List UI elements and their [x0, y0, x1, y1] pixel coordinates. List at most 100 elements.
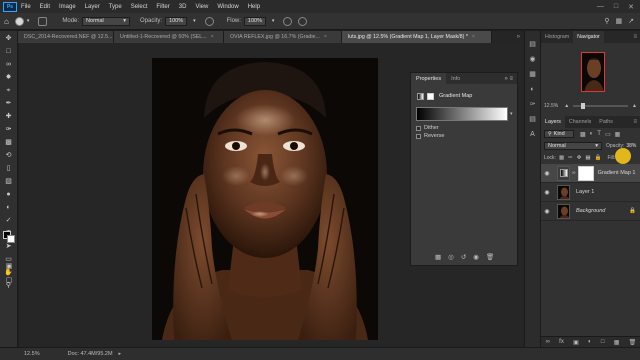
swatches-panel-icon[interactable]: ▦ — [525, 67, 540, 82]
tab-document-active[interactable]: luts.jpg @ 12.5% (Gradient Map 1, Layer … — [342, 31, 492, 43]
view-previous-icon[interactable]: ◎ — [448, 253, 454, 261]
visibility-eye-icon[interactable]: ◉ — [541, 189, 553, 196]
menu-file[interactable]: File — [21, 4, 31, 10]
blur-tool-icon[interactable]: ● — [4, 190, 14, 200]
document-size[interactable]: Doc: 47.4M/95.2M — [68, 351, 113, 357]
menu-window[interactable]: Window — [217, 4, 238, 10]
brush-preset-icon[interactable] — [14, 16, 24, 26]
kind-filter-select[interactable]: ⚲ Kind — [544, 130, 574, 138]
menu-edit[interactable]: Edit — [40, 4, 50, 10]
marquee-tool-icon[interactable]: □ — [4, 47, 14, 57]
lock-artboard-icon[interactable]: ▦ — [585, 155, 590, 161]
menu-image[interactable]: Image — [59, 4, 76, 10]
lock-transparent-icon[interactable]: ▩ — [559, 155, 564, 161]
eraser-tool-icon[interactable]: ▯ — [4, 164, 14, 174]
layer-name[interactable]: Gradient Map 1 — [598, 170, 636, 176]
filter-pixel-icon[interactable]: ▩ — [580, 131, 586, 138]
menu-help[interactable]: Help — [248, 4, 260, 10]
layer-row-layer-1[interactable]: ◉ Layer 1 — [541, 183, 640, 202]
link-layers-icon[interactable]: ∞ — [546, 339, 550, 345]
dither-option[interactable]: Dither — [416, 125, 439, 131]
filter-type-icon[interactable]: T — [597, 131, 601, 138]
delete-icon[interactable]: 🗑 — [486, 253, 494, 261]
tab-document-3[interactable]: OVIA REFLEX.jpg @ 16.7% (Gradie... × — [224, 31, 342, 43]
quick-mask-icon[interactable]: ▣ — [4, 262, 14, 272]
reset-icon[interactable]: ↺ — [461, 253, 466, 261]
layer-row-gradient-map[interactable]: ◉ ∞ Gradient Map 1 — [541, 164, 640, 183]
menu-view[interactable]: View — [195, 4, 208, 10]
tab-info[interactable]: Info — [446, 73, 465, 84]
adjustments-panel-icon[interactable]: ◐ — [525, 82, 540, 97]
menu-filter[interactable]: Filter — [156, 4, 169, 10]
home-icon[interactable]: ⌂ — [4, 17, 9, 26]
dodge-tool-icon[interactable]: ◐ — [4, 203, 14, 213]
zoom-slider-thumb[interactable] — [581, 102, 586, 109]
zoom-level[interactable]: 12.5% — [24, 351, 40, 357]
new-adjustment-icon[interactable]: ◐ — [588, 339, 592, 345]
path-select-tool-icon[interactable]: ➤ — [4, 242, 14, 252]
quick-select-tool-icon[interactable]: ✸ — [4, 73, 14, 83]
layer-opacity-value[interactable]: 38% — [626, 143, 636, 149]
panel-menu-icon[interactable]: ≡ — [633, 119, 640, 125]
layer-name[interactable]: Layer 1 — [576, 189, 594, 195]
close-tab-icon[interactable]: × — [324, 34, 327, 40]
maximize-icon[interactable]: □ — [614, 3, 618, 11]
delete-layer-icon[interactable]: 🗑 — [629, 339, 637, 346]
tab-channels[interactable]: Channels — [565, 116, 595, 128]
zoom-in-icon[interactable]: ▲ — [632, 103, 637, 109]
tab-paths[interactable]: Paths — [595, 116, 617, 128]
pressure-opacity-icon[interactable] — [204, 16, 214, 26]
clip-to-layer-icon[interactable]: ▩ — [435, 253, 441, 261]
crop-tool-icon[interactable]: ⌖ — [4, 86, 14, 96]
layer-mask-thumbnail[interactable] — [577, 165, 594, 181]
menu-layer[interactable]: Layer — [85, 4, 100, 10]
menu-3d[interactable]: 3D — [179, 4, 187, 10]
layer-name[interactable]: Background — [576, 208, 605, 214]
filter-smart-object-icon[interactable]: ▦ — [615, 131, 621, 138]
mask-icon[interactable] — [427, 92, 434, 100]
tab-navigator[interactable]: Navigator — [573, 31, 604, 43]
panel-menu-icon[interactable]: ≡ — [633, 34, 640, 40]
tab-properties[interactable]: Properties — [411, 73, 447, 84]
chevron-down-icon[interactable]: ▾ — [27, 18, 30, 24]
close-tab-icon[interactable]: × — [211, 34, 214, 40]
mode-select[interactable]: Normal ▾ — [82, 16, 131, 26]
color-panel-icon[interactable]: ◉ — [525, 52, 540, 67]
tab-layers[interactable]: Layers — [541, 116, 565, 128]
pen-tool-icon[interactable]: ✓ — [4, 216, 14, 226]
lock-image-icon[interactable]: ✑ — [568, 155, 573, 161]
blend-mode-select[interactable]: Normal ▾ — [544, 142, 602, 150]
lock-position-icon[interactable]: ✥ — [577, 155, 582, 161]
brushes-panel-icon[interactable]: ✑ — [525, 97, 540, 112]
airbrush-icon[interactable] — [283, 16, 293, 26]
flow-field[interactable]: 100% — [243, 16, 266, 26]
clone-stamp-tool-icon[interactable]: ▩ — [4, 138, 14, 148]
minimize-icon[interactable]: — — [597, 3, 604, 11]
chevron-right-icon[interactable]: ▸ — [119, 351, 122, 357]
visibility-eye-icon[interactable]: ◉ — [473, 253, 479, 261]
pressure-size-icon[interactable] — [298, 16, 308, 26]
visibility-eye-icon[interactable]: ◉ — [541, 170, 553, 177]
link-icon[interactable]: ∞ — [572, 170, 576, 176]
new-layer-icon[interactable]: ▦ — [614, 339, 620, 346]
menu-select[interactable]: Select — [131, 4, 148, 10]
opacity-field[interactable]: 100% — [165, 16, 188, 26]
navigator-zoom-value[interactable]: 12.5% — [544, 103, 558, 109]
search-icon[interactable]: ⚲ — [604, 17, 609, 25]
brush-tool-icon[interactable]: ✑ — [4, 125, 14, 135]
navigator-preview[interactable] — [541, 43, 640, 101]
chevron-down-icon[interactable]: ▾ — [510, 111, 513, 117]
move-tool-icon[interactable]: ✥ — [4, 34, 14, 44]
tab-document-2[interactable]: Untitled-1-Recovered @ 50% (SEL... × — [114, 31, 224, 43]
gradient-preview-bar[interactable] — [416, 107, 508, 121]
tab-histogram[interactable]: Histogram — [541, 31, 573, 43]
brush-settings-icon[interactable] — [38, 16, 48, 26]
history-panel-icon[interactable]: ▤ — [525, 37, 540, 52]
zoom-slider[interactable] — [573, 102, 629, 109]
libraries-panel-icon[interactable]: ▤ — [525, 112, 540, 127]
chevron-down-icon[interactable]: ▾ — [193, 18, 196, 24]
tab-document-1[interactable]: DSC_2014-Recovered.NEF @ 12.5...× — [18, 31, 114, 43]
gradient-tool-icon[interactable]: ▧ — [4, 177, 14, 187]
close-icon[interactable]: ✕ — [628, 3, 634, 11]
close-tab-icon[interactable]: × — [472, 34, 475, 40]
